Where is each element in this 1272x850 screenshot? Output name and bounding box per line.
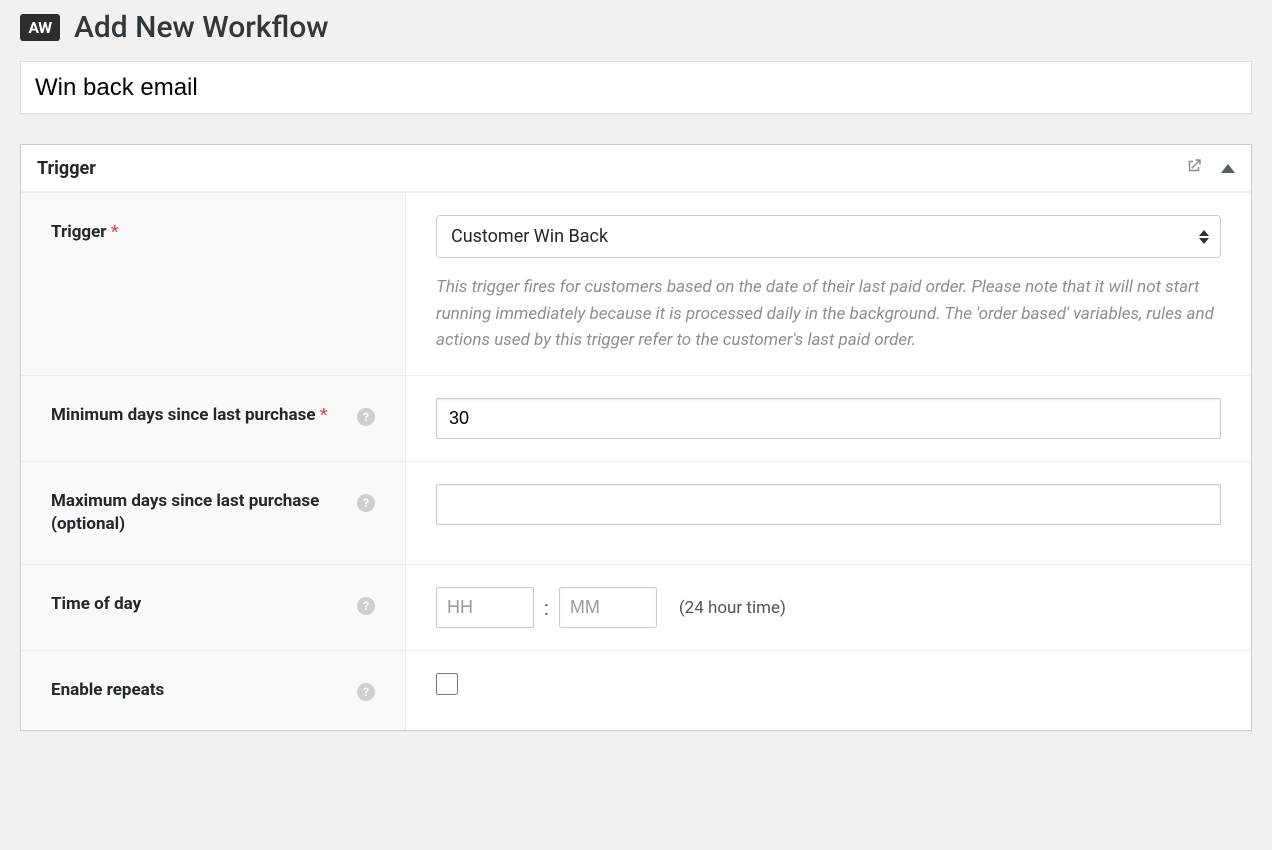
workflow-title-input[interactable] (20, 61, 1252, 114)
aw-logo-badge: AW (20, 14, 60, 41)
external-link-icon[interactable] (1185, 157, 1203, 179)
required-mark: * (320, 405, 328, 425)
enable-repeats-label: Enable repeats (51, 679, 164, 702)
page-title: Add New Workflow (74, 10, 329, 45)
required-mark: * (111, 222, 119, 242)
time-separator: : (544, 596, 549, 620)
field-row-time-of-day: Time of day ? : (24 hour time) (21, 564, 1251, 650)
field-row-max-days: Maximum days since last purchase (option… (21, 461, 1251, 564)
time-hour-input[interactable] (436, 587, 534, 628)
help-icon[interactable]: ? (357, 408, 375, 426)
help-icon[interactable]: ? (357, 494, 375, 512)
field-label: Trigger * (21, 193, 406, 375)
trigger-metabox: Trigger Trigger * Customer Win Back (20, 144, 1252, 731)
field-row-min-days: Minimum days since last purchase * ? (21, 375, 1251, 461)
metabox-title: Trigger (37, 158, 96, 179)
trigger-label: Trigger (51, 222, 107, 242)
collapse-toggle-icon[interactable] (1221, 164, 1235, 173)
field-row-trigger: Trigger * Customer Win Back This trigger… (21, 192, 1251, 375)
min-days-input[interactable] (436, 398, 1221, 439)
page-header: AW Add New Workflow (20, 10, 1252, 45)
trigger-select[interactable]: Customer Win Back (436, 215, 1221, 258)
metabox-header: Trigger (21, 145, 1251, 192)
help-icon[interactable]: ? (357, 683, 375, 701)
time-of-day-label: Time of day (51, 593, 141, 616)
trigger-description: This trigger fires for customers based o… (436, 274, 1221, 353)
enable-repeats-checkbox[interactable] (436, 673, 458, 695)
time-format-hint: (24 hour time) (679, 598, 786, 618)
help-icon[interactable]: ? (357, 597, 375, 615)
field-row-enable-repeats: Enable repeats ? (21, 650, 1251, 730)
max-days-input[interactable] (436, 484, 1221, 525)
min-days-label: Minimum days since last purchase (51, 405, 316, 425)
max-days-label: Maximum days since last purchase (option… (51, 490, 347, 536)
time-minute-input[interactable] (559, 587, 657, 628)
